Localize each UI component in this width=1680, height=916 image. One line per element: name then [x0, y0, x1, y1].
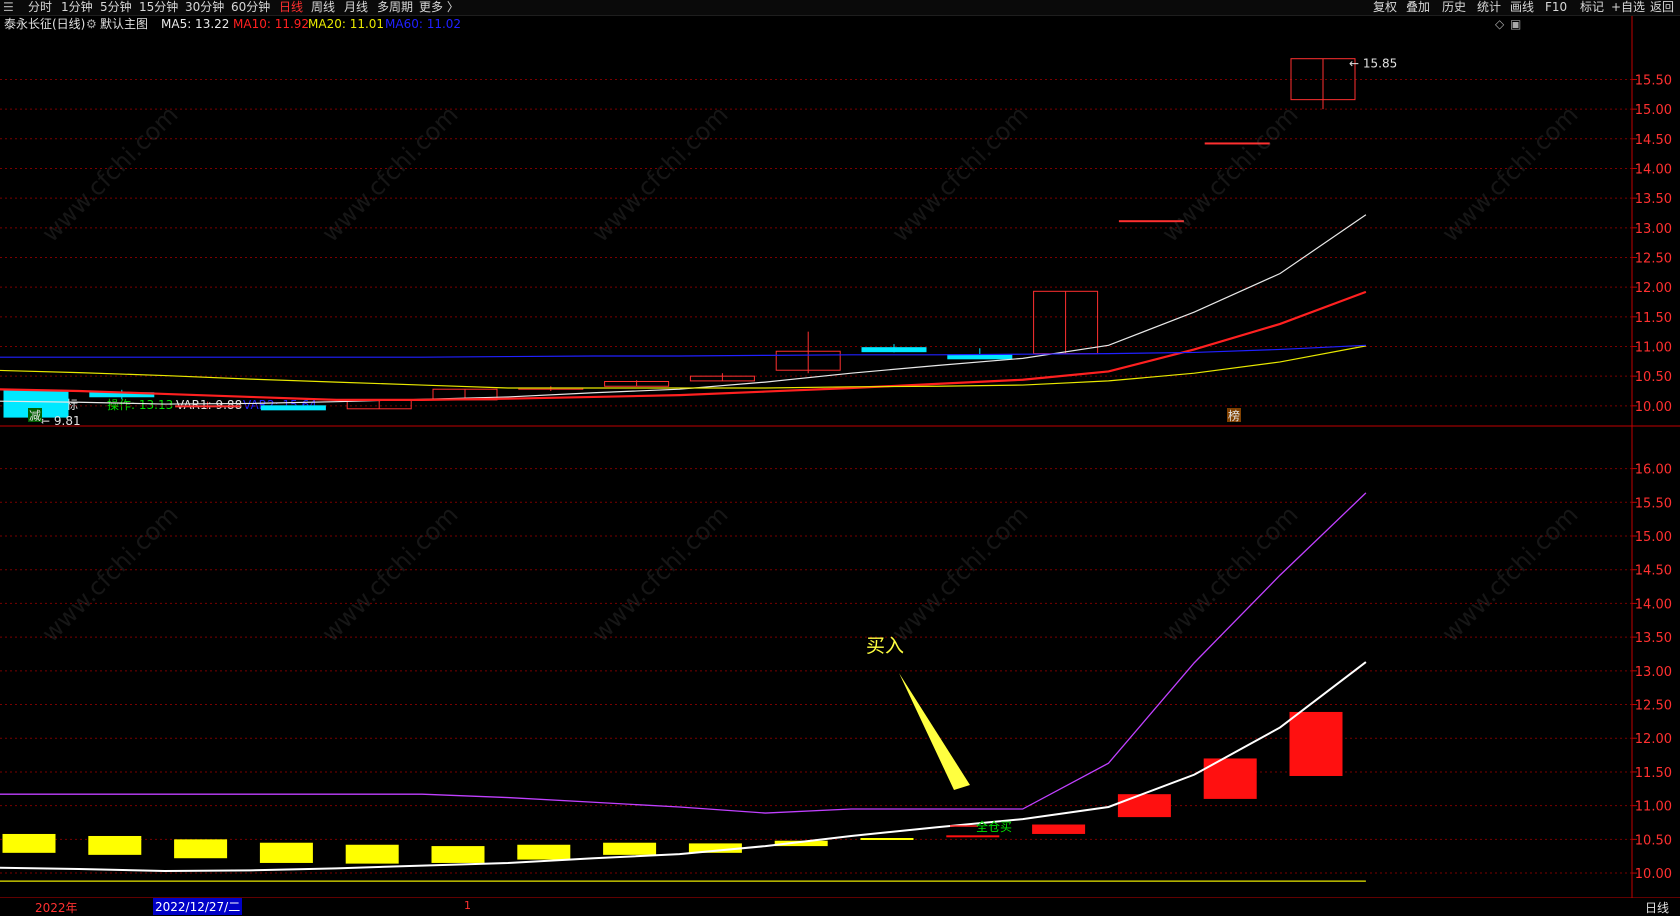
sub-tick-label: 10.00: [1635, 867, 1672, 882]
main-tick-label: 14.50: [1635, 133, 1672, 148]
year-label: 2022年: [35, 901, 78, 915]
indicator-bar: [1117, 794, 1171, 818]
indicator-plot: [0, 492, 1367, 882]
sub-tick-label: 13.00: [1635, 665, 1672, 680]
indicator-bar: [174, 839, 228, 859]
ma-line: [0, 344, 1366, 358]
full-buy-label: 全仓买: [976, 819, 1012, 834]
indicator-bar: [259, 842, 313, 863]
frame-layer: [0, 16, 1680, 899]
indicator-bar: [946, 835, 1000, 838]
buy-arrow: [899, 673, 970, 790]
candle-body: [260, 405, 326, 411]
main-tick-label: 13.00: [1635, 222, 1672, 237]
main-tick-label: 10.50: [1635, 370, 1672, 385]
main-tick-label: 12.00: [1635, 281, 1672, 296]
low-price-label: ← 9.81: [40, 414, 81, 428]
main-tick-label: 13.50: [1635, 192, 1672, 207]
ma-line: [0, 290, 1367, 401]
sub-tick-label: 16.00: [1635, 463, 1672, 478]
main-tick-label: 15.50: [1635, 73, 1672, 88]
grid-layer: [0, 78, 1632, 874]
indicator-bar: [603, 842, 657, 855]
indicator-bar: [1289, 711, 1343, 776]
sub-tick-label: 15.50: [1635, 496, 1672, 511]
kline-chart[interactable]: 10.00 10.50 11.00 11.50 12.00 12.50 13.00 13.50…: [0, 0, 1680, 914]
candle-body: [1204, 142, 1270, 145]
sub-tick-label: 15.00: [1635, 530, 1672, 545]
candle-body: [1118, 220, 1184, 223]
main-tick-label: 11.50: [1635, 311, 1672, 326]
indicator-bar: [1032, 824, 1086, 834]
ma-line: [0, 345, 1367, 389]
main-tick-label: 11.00: [1635, 340, 1672, 355]
main-tick-label: 14.00: [1635, 162, 1672, 177]
indicator-bar: [345, 844, 399, 864]
indicator-bar: [2, 833, 56, 853]
sub-tick-label: 10.50: [1635, 833, 1672, 848]
cursor-index: 1: [464, 899, 471, 912]
indicator-bar: [860, 838, 914, 841]
price-axis: 10.00 10.50 11.00 11.50 12.00 12.50 13.00 13.50…: [1632, 73, 1672, 882]
main-tick-label: 10.00: [1635, 400, 1672, 415]
indicator-bar: [88, 835, 142, 855]
candle-body: [861, 347, 927, 353]
cursor-date: 2022/12/27/二: [153, 898, 243, 915]
sub-tick-label: 13.50: [1635, 631, 1672, 646]
annotations: ← 9.81 ← 15.85 减 榜买入全仓买: [28, 57, 1397, 912]
jian-marker: 减: [29, 409, 41, 423]
sub-tick-label: 14.00: [1635, 597, 1672, 612]
high-price-label: ← 15.85: [1349, 57, 1397, 71]
main-plot: [0, 58, 1367, 418]
indicator-bar: [517, 844, 571, 860]
main-tick-label: 15.00: [1635, 103, 1672, 118]
sub-tick-label: 12.50: [1635, 699, 1672, 714]
sub-tick-label: 11.00: [1635, 800, 1672, 815]
date-bar: 2022年 2022/12/27/二 1 日线: [0, 898, 1680, 916]
candle-body: [175, 405, 241, 408]
sub-tick-label: 14.50: [1635, 564, 1672, 579]
period-label[interactable]: 日线: [1645, 899, 1669, 916]
buy-label: 买入: [866, 635, 904, 657]
sub-tick-label: 11.50: [1635, 766, 1672, 781]
indicator-bar: [431, 846, 485, 863]
indicator-line: [0, 492, 1367, 814]
main-tick-label: 12.50: [1635, 251, 1672, 266]
candle-body: [947, 354, 1013, 360]
sub-tick-label: 12.00: [1635, 732, 1672, 747]
bang-marker: 榜: [1228, 408, 1240, 423]
